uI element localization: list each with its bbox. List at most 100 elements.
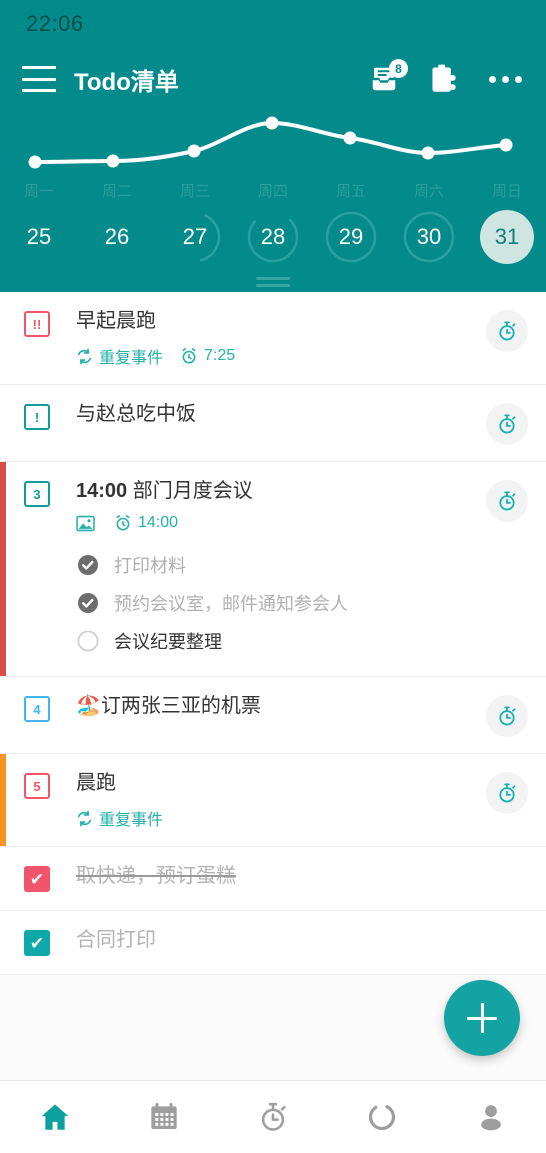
date-progress-ring-26: 26 xyxy=(90,210,144,264)
task-meta: 重复事件 7:25 xyxy=(76,344,478,368)
task-checkbox[interactable]: 4 xyxy=(24,696,50,722)
date-cell-26[interactable]: 26 xyxy=(78,210,156,264)
page-title: Todo清单 xyxy=(74,68,179,96)
chart-tick-label: 周二 xyxy=(101,183,132,200)
task-body: 合同打印 xyxy=(50,927,528,954)
task-meta: 14:00 xyxy=(76,514,478,532)
alarm-icon: 14:00 xyxy=(114,514,178,532)
task-priority-label: 4 xyxy=(33,701,41,717)
task-body: 早起晨跑 重复事件 7:25 xyxy=(50,308,478,368)
task-body: 与赵总吃中饭 xyxy=(50,401,478,428)
date-progress-ring-29: 29 xyxy=(324,210,378,264)
teal-header: 22:06 Todo清单 8 周一 周二 周三 周四 周五 周六 周日 25 2… xyxy=(0,0,546,292)
table-row[interactable]: 4 🏖️订两张三亚的机票 xyxy=(0,677,546,754)
checked-circle-icon[interactable] xyxy=(76,553,100,577)
add-task-button[interactable] xyxy=(444,980,520,1056)
check-icon: ✔ xyxy=(29,933,45,953)
table-row[interactable]: 3 14:00 部门月度会议 14:00 打印材料 预约会议室，邮件通知参会人 … xyxy=(0,462,546,677)
stopwatch-icon[interactable] xyxy=(486,480,528,522)
alarm-icon: 7:25 xyxy=(180,347,235,365)
list-item[interactable]: 会议纪要整理 xyxy=(76,622,478,660)
inbox-badge-count: 8 xyxy=(389,59,408,78)
empty-circle-icon[interactable] xyxy=(76,629,100,653)
task-title: 🏖️订两张三亚的机票 xyxy=(76,695,261,717)
date-progress-ring-25: 25 xyxy=(12,210,66,264)
task-title: 与赵总吃中饭 xyxy=(76,403,196,425)
stopwatch-icon xyxy=(257,1101,289,1133)
status-bar-clock: 22:06 xyxy=(26,11,84,36)
nav-item-profile[interactable] xyxy=(437,1101,546,1133)
chart-tick-label: 周一 xyxy=(23,183,54,200)
date-cell-30[interactable]: 30 xyxy=(390,210,468,264)
date-number: 31 xyxy=(494,224,520,249)
subtask-text: 会议纪要整理 xyxy=(114,632,222,652)
task-meta-text: 重复事件 xyxy=(99,812,164,829)
task-title-time: 14:00 xyxy=(76,480,128,502)
overflow-menu-icon[interactable] xyxy=(487,70,524,89)
repeat-icon: 重复事件 xyxy=(76,344,163,368)
drag-handle[interactable] xyxy=(0,272,546,292)
task-title-text: 部门月度会议 xyxy=(132,480,253,502)
date-cell-25[interactable]: 25 xyxy=(0,210,78,264)
task-priority-label: !! xyxy=(32,316,42,332)
date-cell-28[interactable]: 28 xyxy=(234,210,312,264)
weekly-activity-chart: 周一 周二 周三 周四 周五 周六 周日 xyxy=(0,110,546,202)
nav-item-home[interactable] xyxy=(0,1100,109,1134)
task-body: 14:00 部门月度会议 14:00 打印材料 预约会议室，邮件通知参会人 会议… xyxy=(50,478,478,660)
task-priority-label: 5 xyxy=(33,778,41,794)
app-screen: 22:06 Todo清单 8 周一 周二 周三 周四 周五 周六 周日 25 2… xyxy=(0,0,546,1153)
clipboard-share-icon[interactable] xyxy=(427,62,461,96)
checked-circle-icon[interactable] xyxy=(76,591,100,615)
chart-tick-label: 周三 xyxy=(179,183,210,200)
list-item[interactable]: 预约会议室，邮件通知参会人 xyxy=(76,584,478,622)
stopwatch-icon[interactable] xyxy=(486,403,528,445)
image-icon xyxy=(76,515,95,532)
calendar-icon xyxy=(148,1101,180,1133)
date-cell-29[interactable]: 29 xyxy=(312,210,390,264)
task-checkbox[interactable]: ✔ xyxy=(24,866,50,892)
task-title: 晨跑 xyxy=(76,772,116,794)
task-meta: 重复事件 xyxy=(76,806,478,830)
date-strip: 25 26 27 28 29 30 31 xyxy=(0,202,546,272)
task-meta-text: 重复事件 xyxy=(99,350,164,367)
task-checkbox[interactable]: 5 xyxy=(24,773,50,799)
task-checkbox[interactable]: 3 xyxy=(24,481,50,507)
task-title: 取快递，预订蛋糕 xyxy=(76,865,236,887)
list-item[interactable]: 打印材料 xyxy=(76,546,478,584)
task-accent-bar xyxy=(0,754,6,846)
nav-item-timer[interactable] xyxy=(218,1101,327,1133)
nav-item-progress[interactable] xyxy=(328,1101,437,1133)
inbox-archive-icon[interactable]: 8 xyxy=(367,59,408,96)
table-row[interactable]: !! 早起晨跑 重复事件 7:25 xyxy=(0,292,546,385)
task-list: !! 早起晨跑 重复事件 7:25 ! 与赵总吃中饭 3 14:00 部门月度会… xyxy=(0,292,546,1080)
table-row[interactable]: ! 与赵总吃中饭 xyxy=(0,385,546,462)
table-row[interactable]: ✔ 合同打印 xyxy=(0,911,546,975)
task-checkbox[interactable]: ! xyxy=(24,404,50,430)
date-cell-31[interactable]: 31 xyxy=(468,210,546,264)
task-checkbox[interactable]: ✔ xyxy=(24,930,50,956)
date-progress-ring-27: 27 xyxy=(168,210,222,264)
stopwatch-icon[interactable] xyxy=(486,310,528,352)
task-checkbox[interactable]: !! xyxy=(24,311,50,337)
chart-x-axis-labels: 周一 周二 周三 周四 周五 周六 周日 xyxy=(0,180,546,202)
task-meta-text: 7:25 xyxy=(204,347,236,364)
task-title: 14:00 部门月度会议 xyxy=(76,478,478,505)
app-bar-actions: 8 xyxy=(367,59,524,96)
check-icon: ✔ xyxy=(29,869,45,889)
app-bar: Todo清单 8 xyxy=(0,48,546,110)
task-priority-label: ! xyxy=(34,409,40,425)
nav-item-calendar[interactable] xyxy=(109,1101,218,1133)
task-title: 合同打印 xyxy=(76,929,156,951)
table-row[interactable]: ✔ 取快递，预订蛋糕 xyxy=(0,847,546,911)
date-number: 28 xyxy=(260,224,286,249)
task-accent-bar xyxy=(0,462,6,676)
task-title: 早起晨跑 xyxy=(76,310,156,332)
hamburger-menu-icon[interactable] xyxy=(22,66,56,92)
stopwatch-icon[interactable] xyxy=(486,772,528,814)
date-selected-31: 31 xyxy=(480,210,534,264)
table-row[interactable]: 5 晨跑 重复事件 xyxy=(0,754,546,847)
task-priority-label: 3 xyxy=(33,486,41,502)
date-number: 25 xyxy=(26,224,52,249)
date-cell-27[interactable]: 27 xyxy=(156,210,234,264)
stopwatch-icon[interactable] xyxy=(486,695,528,737)
